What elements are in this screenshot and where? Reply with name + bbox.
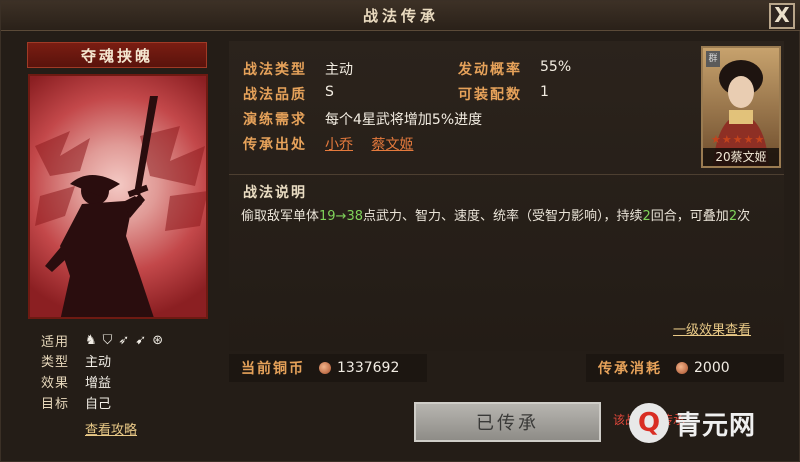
- skill-name-banner: 夺魂挟魄: [27, 42, 207, 68]
- troop-type-icons: ♞ ⛉ ➶ ➹ ⊛: [85, 333, 163, 348]
- watermark-logo-icon: Q: [629, 403, 669, 443]
- skill-type-row: 战法类型 主动: [243, 59, 353, 79]
- skill-name: 夺魂挟魄: [80, 46, 153, 65]
- inherit-cost-value: 2000: [694, 360, 730, 376]
- source-row: 传承出处 小乔 蔡文姬: [243, 134, 427, 154]
- target-label: 目标: [41, 397, 70, 412]
- section-divider: [229, 174, 784, 175]
- description-text: 偷取敌军单体19→38点武力、智力、速度、统率（受智力影响），持续2回合，可叠加…: [241, 205, 771, 229]
- general-portrait[interactable]: 群 ★★★★★ 20蔡文姬: [701, 46, 781, 168]
- requirement-row: 演练需求 每个4星武将增加5%进度: [243, 109, 482, 129]
- dialog-title: 战法传承: [362, 7, 439, 25]
- star-rating: ★★★★★: [711, 133, 766, 146]
- desc-part-2: 点武力、智力、速度、统率（受智力影响），持续: [363, 209, 643, 224]
- desc-stacks: 2: [728, 209, 738, 224]
- watermark-text: 青元网: [675, 410, 757, 441]
- source-label: 传承出处: [243, 137, 307, 153]
- type-row: 类型 主动: [41, 351, 111, 370]
- current-coin-value: 1337692: [337, 360, 400, 376]
- inherit-dialog: 战法传承 X 夺魂挟魄 适用 ♞ ⛉ ➶ ➹ ⊛ 类型 主动 效果 增益 目标 …: [0, 0, 800, 462]
- trigger-rate-label: 发动概率: [458, 62, 522, 78]
- bow-icon: ➶: [118, 333, 130, 348]
- source-general-caiwenji[interactable]: 蔡文姬: [371, 137, 413, 153]
- type-value: 主动: [85, 355, 112, 370]
- inherit-cost-box: 传承消耗 2000: [586, 354, 784, 382]
- quality-label: 战法品质: [243, 87, 307, 103]
- requirement-value: 每个4星武将增加5%进度: [325, 112, 483, 128]
- close-button[interactable]: X: [769, 3, 795, 29]
- faction-badge: 群: [706, 51, 720, 67]
- general-name-label: 20蔡文姬: [703, 148, 779, 166]
- current-coin-label: 当前铜币: [241, 361, 305, 377]
- description-title: 战法说明: [243, 185, 307, 201]
- trigger-rate-value: 55%: [540, 59, 572, 75]
- desc-part-4: 次: [737, 209, 751, 224]
- inherit-cost-label: 传承消耗: [598, 361, 662, 377]
- desc-range: 19→38: [319, 209, 363, 224]
- apply-label: 适用: [41, 335, 70, 350]
- current-coin-box: 当前铜币 1337692: [229, 354, 427, 382]
- shield-icon: ⛉: [102, 333, 113, 348]
- skill-type-label: 战法类型: [243, 62, 307, 78]
- trigger-rate-row: 发动概率 55%: [458, 59, 571, 79]
- effect-row: 效果 增益: [41, 372, 111, 391]
- cavalry-icon: ♞: [85, 333, 97, 348]
- target-value: 自己: [85, 397, 112, 412]
- title-bar: 战法传承 X: [1, 1, 800, 31]
- warrior-silhouette-icon: [35, 96, 206, 317]
- first-level-effect-link[interactable]: 一级效果查看: [673, 319, 751, 338]
- general-level: 20: [715, 150, 731, 164]
- quality-row: 战法品质 S: [243, 84, 334, 104]
- quality-value: S: [325, 84, 334, 100]
- slots-row: 可装配数 1: [458, 84, 549, 104]
- apply-row: 适用 ♞ ⛉ ➶ ➹ ⊛: [41, 331, 163, 350]
- skill-type-value: 主动: [325, 62, 353, 78]
- slots-value: 1: [540, 84, 549, 100]
- inherited-button[interactable]: 已传承: [414, 402, 601, 442]
- effect-label: 效果: [41, 376, 70, 391]
- site-watermark: Q 青元网: [629, 399, 794, 447]
- siege-icon: ⊛: [152, 333, 164, 348]
- skill-artwork: [28, 74, 208, 319]
- desc-part-1: 偷取敌军单体: [241, 209, 320, 224]
- source-general-xiaoqiao[interactable]: 小乔: [325, 137, 353, 153]
- desc-turns: 2: [642, 209, 651, 224]
- slots-label: 可装配数: [458, 87, 522, 103]
- view-guide-link[interactable]: 查看攻略: [85, 419, 137, 438]
- spear-icon: ➹: [135, 333, 147, 348]
- type-label: 类型: [41, 355, 70, 370]
- effect-value: 增益: [85, 376, 112, 391]
- copper-coin-icon: [319, 362, 331, 374]
- requirement-label: 演练需求: [243, 112, 307, 128]
- target-row: 目标 自己: [41, 393, 111, 412]
- desc-part-3: 回合，可叠加: [650, 209, 729, 224]
- general-name: 蔡文姬: [730, 150, 767, 164]
- copper-coin-icon: [676, 362, 688, 374]
